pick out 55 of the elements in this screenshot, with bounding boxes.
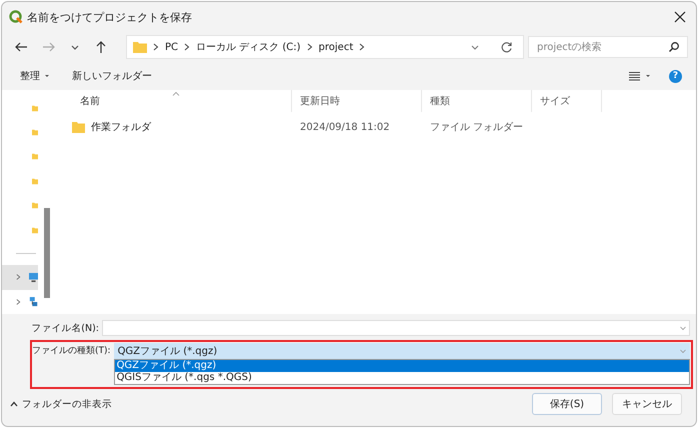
breadcrumb-item[interactable]: ローカル ディスク (C:) (196, 40, 301, 54)
folder-icon (32, 128, 38, 138)
address-bar[interactable]: PC ローカル ディスク (C:) project (126, 35, 524, 59)
search-icon (668, 41, 680, 53)
monitor-icon (28, 272, 38, 283)
new-folder-button[interactable]: 新しいフォルダー (72, 67, 152, 85)
column-header[interactable]: 種類 (422, 90, 532, 112)
folder-icon (32, 201, 38, 210)
caret-icon (44, 73, 50, 79)
modified-date: 2024/09/18 11:02 (300, 122, 390, 132)
network-icon (28, 296, 38, 308)
folder-icon (32, 226, 38, 235)
chevron-right-icon[interactable] (306, 43, 313, 51)
folder-icon (72, 122, 85, 132)
file-type-label: ファイルの種類(T): (32, 344, 112, 358)
refresh-icon[interactable] (500, 40, 513, 54)
scrollbar-thumb[interactable] (44, 208, 50, 298)
file-name-label: ファイル名(N): (30, 322, 100, 334)
chevron-right-icon[interactable] (153, 43, 159, 51)
chevron-right-icon[interactable] (184, 43, 190, 51)
chevron-up-icon (10, 401, 18, 407)
help-button[interactable]: ? (669, 70, 682, 82)
folder-icon (32, 152, 38, 162)
breadcrumb-item[interactable]: PC (165, 42, 178, 52)
dropdown-option[interactable]: QGZファイル (*.qgz) (114, 360, 689, 372)
back-arrow-icon[interactable] (14, 40, 28, 54)
folder-icon (133, 41, 147, 53)
file-name-field[interactable] (102, 320, 690, 336)
chevron-down-icon (679, 347, 687, 355)
up-arrow-icon[interactable] (94, 40, 108, 54)
search-field[interactable]: projectの検索 (528, 36, 688, 58)
chevron-right-icon[interactable] (16, 273, 21, 282)
file-type: ファイル フォルダー (430, 121, 524, 134)
organize-menu-button[interactable]: 整理 (20, 67, 50, 85)
folder-icon (32, 104, 38, 113)
close-icon[interactable] (674, 11, 686, 23)
column-header[interactable]: サイズ (532, 90, 602, 112)
window-title: 名前をつけてプロジェクトを保存 (27, 10, 192, 24)
file-type-dropdown[interactable]: QGZファイル (*.qgz) (114, 343, 690, 359)
dropdown-option[interactable]: QGISファイル (*.qgs *.QGS) (114, 372, 689, 384)
app-logo-icon (9, 10, 23, 24)
dialog-button[interactable]: 保存(S) (532, 393, 602, 415)
chevron-right-icon[interactable] (359, 43, 366, 51)
hide-folders-button[interactable]: フォルダーの非表示 (10, 398, 112, 410)
view-options-icon[interactable] (629, 71, 651, 81)
column-header[interactable]: 更新日時 (292, 90, 422, 112)
file-name[interactable]: 作業フォルダ (91, 120, 151, 134)
folder-icon (32, 176, 38, 186)
chevron-right-icon[interactable] (16, 298, 21, 306)
sidebar-item[interactable] (2, 265, 38, 290)
breadcrumb-item[interactable]: project (318, 42, 354, 52)
column-header[interactable]: 名前 (72, 90, 292, 112)
chevron-down-icon[interactable] (679, 324, 687, 332)
sort-caret-icon (172, 91, 180, 96)
dialog-button[interactable]: キャンセル (612, 393, 682, 415)
